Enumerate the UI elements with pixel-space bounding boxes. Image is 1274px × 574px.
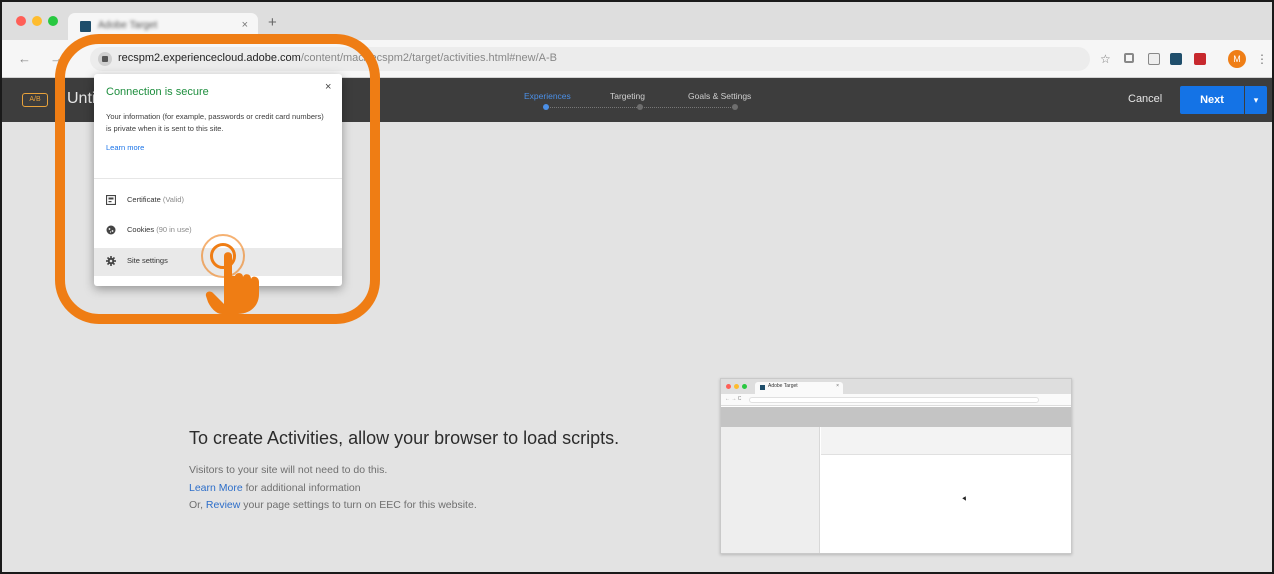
step-experiences[interactable]: Experiences (524, 91, 571, 101)
visitors-note: Visitors to your site will not need to d… (189, 464, 388, 476)
mini-omnibox (749, 397, 1039, 403)
learn-more-link[interactable]: Learn More (189, 482, 243, 494)
learn-more-line: Learn More for additional information (189, 482, 361, 494)
step-goals-settings[interactable]: Goals & Settings (688, 91, 751, 101)
extension-icon[interactable] (1124, 53, 1134, 63)
review-prefix: Or, (189, 499, 206, 511)
step-dot-goals (732, 104, 738, 110)
tab-close-icon[interactable]: × (242, 19, 248, 31)
star-icon[interactable]: ☆ (1100, 52, 1111, 66)
review-link[interactable]: Review (206, 499, 240, 511)
step-dot-experiences (543, 104, 549, 110)
red-ext-icon[interactable] (1194, 53, 1206, 65)
mini-nav-icons: ← → C (725, 396, 742, 402)
mini-tab-title: Adobe Target (768, 383, 798, 389)
menu-icon[interactable]: ⋮ (1256, 52, 1268, 66)
cast-icon[interactable] (1148, 53, 1160, 65)
pointing-hand-icon (205, 252, 259, 314)
window-minimize-control[interactable] (32, 16, 42, 26)
ab-badge: A/B (22, 93, 48, 107)
window-close-control[interactable] (16, 16, 26, 26)
review-line: Or, Review your page settings to turn on… (189, 499, 477, 511)
step-dot-targeting (637, 104, 643, 110)
mini-tab-close-icon: × (836, 383, 839, 389)
next-dropdown-button[interactable]: ▾ (1245, 86, 1267, 114)
mini-tab-strip: Adobe Target × (721, 379, 1071, 394)
learn-more-suffix: for additional information (242, 482, 361, 494)
window-zoom-control[interactable] (48, 16, 58, 26)
mini-sidebar (721, 427, 820, 553)
new-tab-button[interactable]: + (268, 14, 277, 31)
mini-favicon-icon (760, 385, 765, 390)
next-button[interactable]: Next (1180, 86, 1244, 114)
mini-subheader (821, 427, 1071, 455)
scripts-blocked-title: To create Activities, allow your browser… (189, 428, 620, 448)
step-targeting[interactable]: Targeting (610, 91, 645, 101)
adobe-ext-icon[interactable] (1170, 53, 1182, 65)
profile-avatar[interactable]: M (1228, 50, 1246, 68)
mini-min-dot (734, 384, 739, 389)
mini-tab: Adobe Target × (755, 382, 843, 394)
browser-illustration: Adobe Target × ← → C (720, 378, 1072, 554)
back-button[interactable]: ← (18, 51, 31, 66)
tab-title: Adobe Target (98, 20, 158, 31)
mini-close-dot (726, 384, 731, 389)
screen: Adobe Target × + ← → recspm2.experiencec… (0, 0, 1274, 574)
mini-header-band (721, 407, 1071, 427)
review-suffix: your page settings to turn on EEC for th… (240, 499, 477, 511)
mini-zoom-dot (742, 384, 747, 389)
mini-cursor-icon (962, 496, 968, 502)
mini-address-bar: ← → C (721, 394, 1071, 406)
adobe-target-favicon-icon (80, 21, 91, 32)
cancel-button[interactable]: Cancel (1128, 93, 1162, 105)
